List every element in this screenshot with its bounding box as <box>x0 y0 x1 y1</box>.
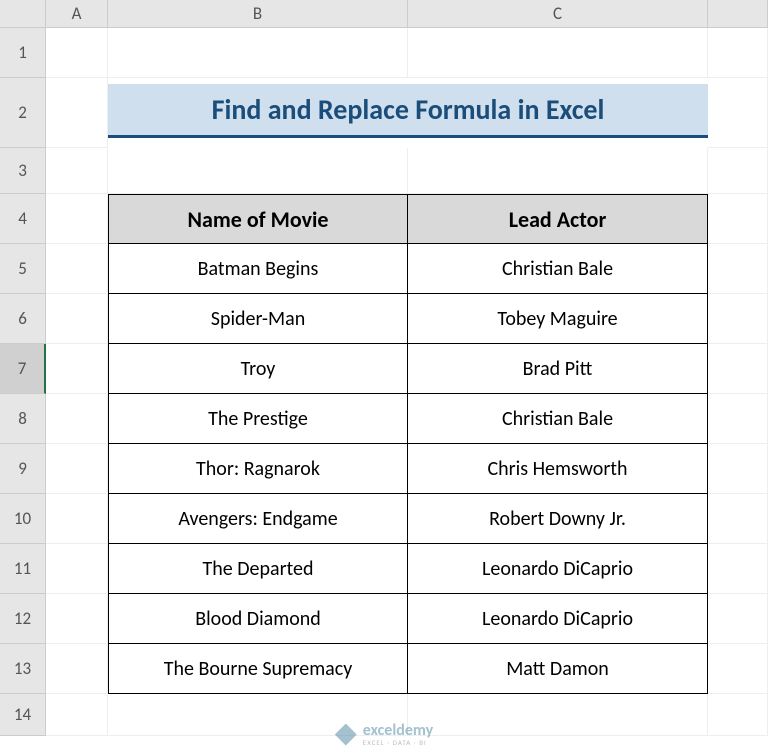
table-row[interactable]: Chris Hemsworth <box>408 444 708 494</box>
watermark-text: exceldemy EXCEL · DATA · BI <box>363 723 433 746</box>
cell-a14[interactable] <box>46 694 108 736</box>
table-row[interactable]: The Departed <box>108 544 408 594</box>
cell-d9[interactable] <box>708 444 768 494</box>
cell-a12[interactable] <box>46 594 108 644</box>
cell-a6[interactable] <box>46 294 108 344</box>
cell-b3[interactable] <box>108 148 408 194</box>
table-row[interactable]: The Prestige <box>108 394 408 444</box>
table-row[interactable]: Christian Bale <box>408 244 708 294</box>
table-row[interactable]: Leonardo DiCaprio <box>408 594 708 644</box>
cell-a2[interactable] <box>46 78 108 148</box>
cell-a9[interactable] <box>46 444 108 494</box>
cell-d8[interactable] <box>708 394 768 444</box>
table-row[interactable]: Christian Bale <box>408 394 708 444</box>
watermark-sub: EXCEL · DATA · BI <box>363 739 433 746</box>
cell-a3[interactable] <box>46 148 108 194</box>
row-header-8[interactable]: 8 <box>0 394 46 444</box>
table-row[interactable]: Troy <box>108 344 408 394</box>
cell-a8[interactable] <box>46 394 108 444</box>
table-row[interactable]: Thor: Ragnarok <box>108 444 408 494</box>
cell-d5[interactable] <box>708 244 768 294</box>
row-header-14[interactable]: 14 <box>0 694 46 736</box>
table-row[interactable]: Brad Pitt <box>408 344 708 394</box>
cell-d3[interactable] <box>708 148 768 194</box>
cell-c1[interactable] <box>408 28 708 78</box>
watermark: exceldemy EXCEL · DATA · BI <box>335 723 433 746</box>
table-row[interactable]: Spider-Man <box>108 294 408 344</box>
table-row[interactable]: Matt Damon <box>408 644 708 694</box>
row-header-5[interactable]: 5 <box>0 244 46 294</box>
cell-d11[interactable] <box>708 544 768 594</box>
cell-a1[interactable] <box>46 28 108 78</box>
row-header-2[interactable]: 2 <box>0 78 46 148</box>
cell-d6[interactable] <box>708 294 768 344</box>
cell-a10[interactable] <box>46 494 108 544</box>
exceldemy-logo-icon <box>335 724 357 746</box>
cell-a4[interactable] <box>46 194 108 244</box>
row-header-9[interactable]: 9 <box>0 444 46 494</box>
title-cell[interactable]: Find and Replace Formula in Excel <box>108 84 708 138</box>
row-header-10[interactable]: 10 <box>0 494 46 544</box>
col-header-b[interactable]: B <box>108 0 408 28</box>
row-header-11[interactable]: 11 <box>0 544 46 594</box>
cell-b1[interactable] <box>108 28 408 78</box>
cell-d12[interactable] <box>708 594 768 644</box>
row-header-1[interactable]: 1 <box>0 28 46 78</box>
cell-a5[interactable] <box>46 244 108 294</box>
cell-c14[interactable] <box>408 694 708 736</box>
cell-d7[interactable] <box>708 344 768 394</box>
cell-d13[interactable] <box>708 644 768 694</box>
select-all-corner[interactable] <box>0 0 46 28</box>
table-header-actor[interactable]: Lead Actor <box>408 194 708 244</box>
cell-d14[interactable] <box>708 694 768 736</box>
row-header-7[interactable]: 7 <box>0 344 46 394</box>
table-header-movie[interactable]: Name of Movie <box>108 194 408 244</box>
table-row[interactable]: Avengers: Endgame <box>108 494 408 544</box>
watermark-main: exceldemy <box>363 723 433 739</box>
row-header-4[interactable]: 4 <box>0 194 46 244</box>
cell-d4[interactable] <box>708 194 768 244</box>
cell-a11[interactable] <box>46 544 108 594</box>
cell-d1[interactable] <box>708 28 768 78</box>
spreadsheet-grid: A B C 1 2 Find and Replace Formula in Ex… <box>0 0 768 736</box>
row-header-3[interactable]: 3 <box>0 148 46 194</box>
row-header-6[interactable]: 6 <box>0 294 46 344</box>
table-row[interactable]: Tobey Maguire <box>408 294 708 344</box>
table-row[interactable]: Blood Diamond <box>108 594 408 644</box>
table-row[interactable]: Batman Begins <box>108 244 408 294</box>
col-header-blank[interactable] <box>708 0 768 28</box>
cell-d10[interactable] <box>708 494 768 544</box>
row-header-13[interactable]: 13 <box>0 644 46 694</box>
table-row[interactable]: The Bourne Supremacy <box>108 644 408 694</box>
cell-d2[interactable] <box>708 78 768 148</box>
cell-a7[interactable] <box>46 344 108 394</box>
cell-c3[interactable] <box>408 148 708 194</box>
table-row[interactable]: Leonardo DiCaprio <box>408 544 708 594</box>
row-header-12[interactable]: 12 <box>0 594 46 644</box>
col-header-a[interactable]: A <box>46 0 108 28</box>
table-row[interactable]: Robert Downy Jr. <box>408 494 708 544</box>
cell-a13[interactable] <box>46 644 108 694</box>
col-header-c[interactable]: C <box>408 0 708 28</box>
